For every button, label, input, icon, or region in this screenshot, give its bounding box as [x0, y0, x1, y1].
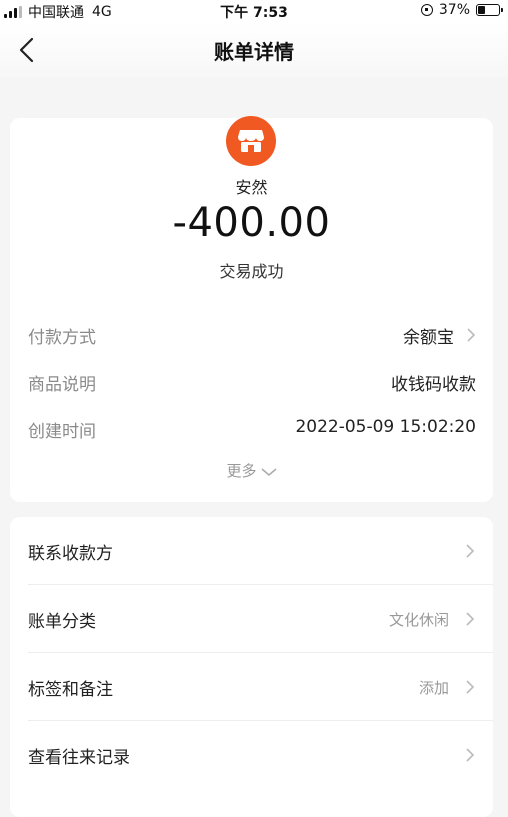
- transaction-card: 安然 -400.00 交易成功 付款方式 余额宝 商品说明 收钱码收款 创建时间…: [10, 116, 493, 502]
- detail-row-description: 商品说明 收钱码收款: [28, 370, 476, 396]
- battery-percent: 37%: [438, 2, 470, 18]
- item-label: 账单分类: [28, 612, 96, 632]
- history-records-item[interactable]: 查看往来记录: [10, 721, 493, 789]
- payee-name: 安然: [235, 178, 268, 197]
- item-value: 文化休闲: [388, 611, 449, 629]
- detail-value: 2022-05-09 15:02:20: [295, 417, 476, 437]
- chevron-right-icon: [466, 612, 475, 626]
- detail-label: 创建时间: [28, 422, 96, 442]
- item-value: 添加: [418, 679, 449, 697]
- rotation-lock-icon: [420, 4, 433, 16]
- more-label: 更多: [226, 462, 257, 480]
- transaction-status: 交易成功: [219, 262, 284, 281]
- item-label: 标签和备注: [28, 680, 113, 700]
- detail-value: 余额宝: [403, 328, 454, 348]
- more-toggle[interactable]: 更多: [10, 460, 493, 481]
- battery-icon: [476, 4, 503, 16]
- status-right: 37%: [420, 2, 503, 18]
- tags-notes-item[interactable]: 标签和备注 添加: [10, 653, 493, 721]
- store-icon: [226, 116, 276, 166]
- detail-label: 付款方式: [28, 328, 96, 348]
- page-title: 账单详情: [214, 40, 294, 64]
- contact-payee-item[interactable]: 联系收款方: [10, 517, 493, 585]
- detail-label: 商品说明: [28, 375, 96, 395]
- item-label: 联系收款方: [28, 544, 113, 564]
- chevron-right-icon: [466, 748, 475, 762]
- detail-row-payment-method[interactable]: 付款方式 余额宝: [28, 323, 476, 349]
- detail-row-created-time: 创建时间 2022-05-09 15:02:20: [28, 417, 476, 443]
- chevron-right-icon: [466, 680, 475, 694]
- item-label: 查看往来记录: [28, 748, 130, 768]
- transaction-amount: -400.00: [172, 200, 331, 246]
- nav-bar: 账单详情: [0, 22, 508, 78]
- actions-card: 联系收款方 账单分类 文化休闲 标签和备注 添加 查看往来记录: [10, 517, 493, 817]
- chevron-down-icon: [261, 467, 276, 476]
- status-bar: 中国联通 4G 下午 7:53 37%: [0, 0, 508, 22]
- chevron-right-icon: [466, 544, 475, 558]
- detail-value: 收钱码收款: [391, 375, 476, 395]
- bill-category-item[interactable]: 账单分类 文化休闲: [10, 585, 493, 653]
- chevron-right-icon: [467, 328, 476, 342]
